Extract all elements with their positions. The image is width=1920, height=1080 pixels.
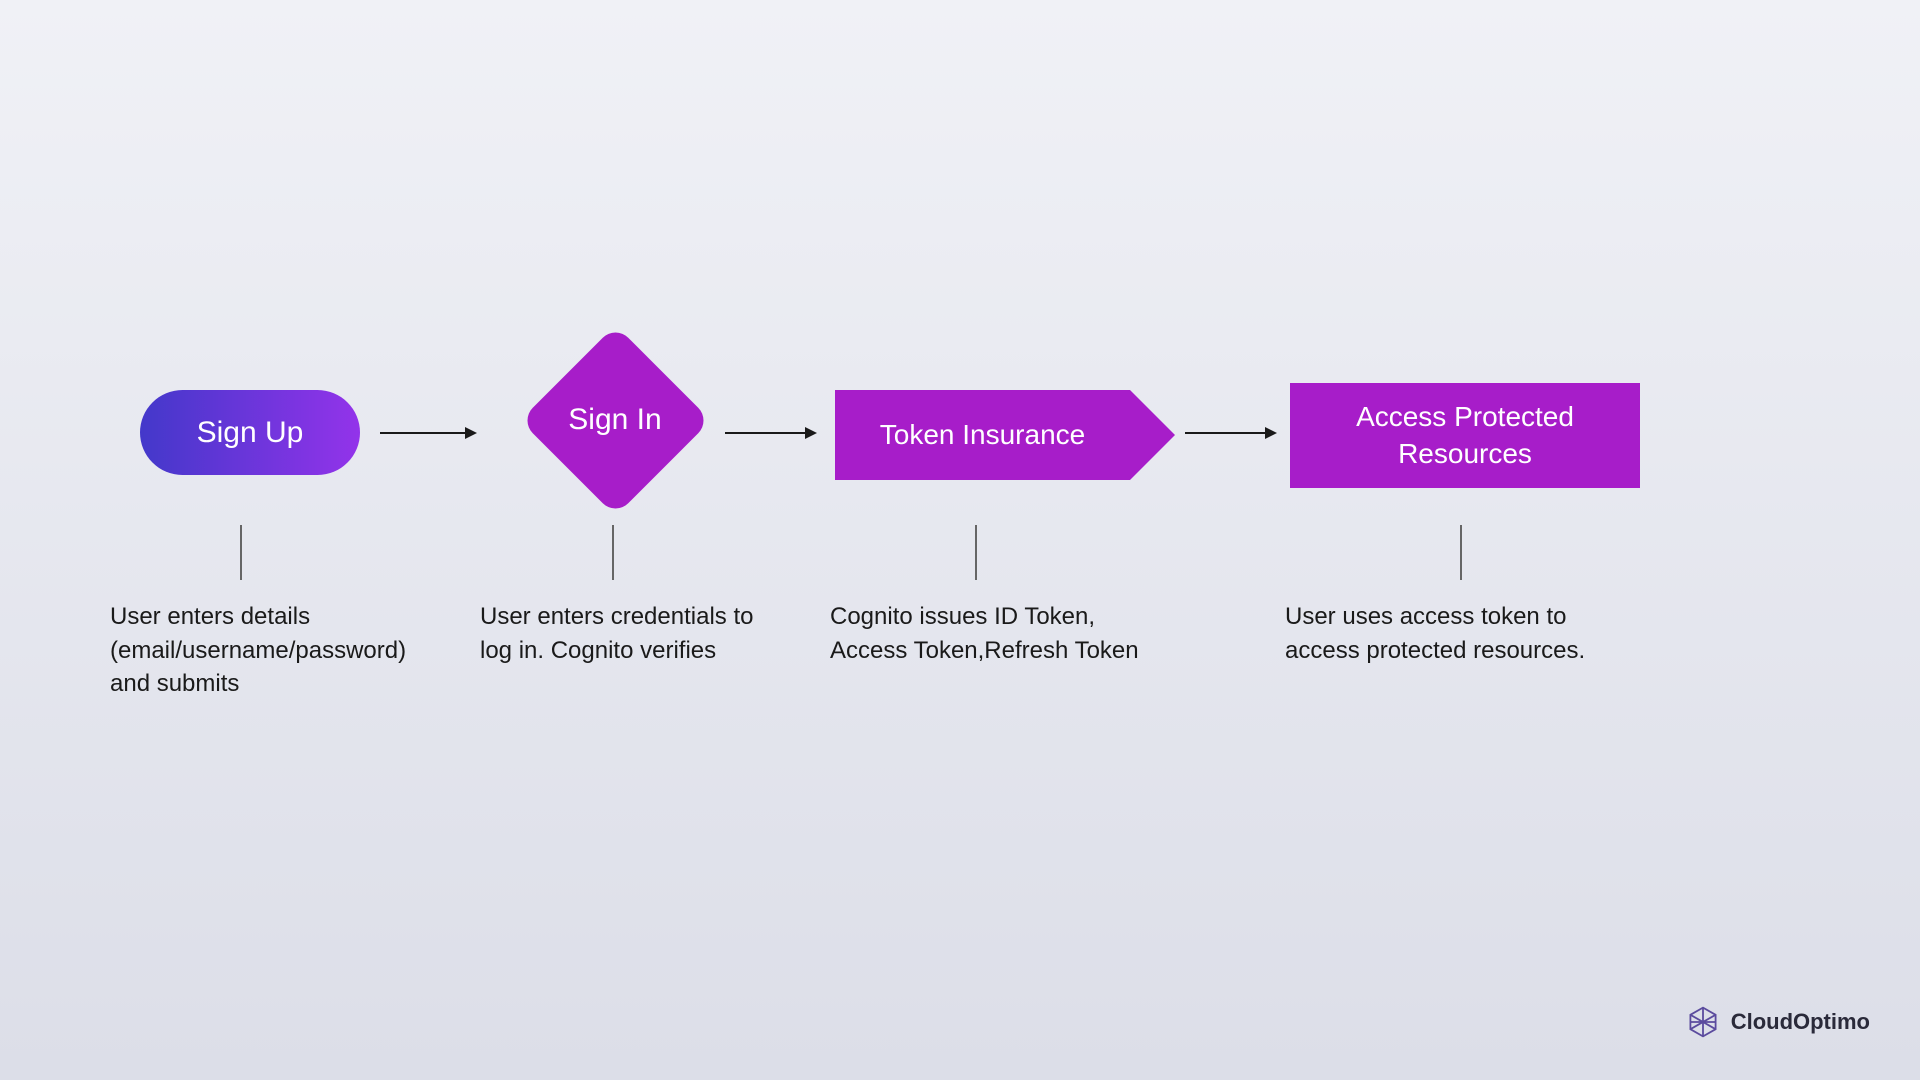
brand-name: CloudOptimo xyxy=(1731,1009,1870,1035)
step-token-label: Token Insurance xyxy=(880,419,1085,451)
arrow-shape: Token Insurance xyxy=(835,390,1130,480)
step-signup-label: Sign Up xyxy=(197,416,304,450)
connector-line xyxy=(975,525,977,580)
connector-line xyxy=(1460,525,1462,580)
step-token-description: Cognito issues ID Token, Access Token,Re… xyxy=(830,600,1170,667)
arrow-icon xyxy=(1185,432,1275,434)
step-signin-description: User enters credentials to log in. Cogni… xyxy=(480,600,790,667)
step-access-label: Access Protected Resources xyxy=(1290,399,1640,472)
brand-logo: CloudOptimo xyxy=(1685,1004,1870,1040)
step-token-shape: Token Insurance xyxy=(835,390,1165,480)
arrow-icon xyxy=(725,432,815,434)
connector-line xyxy=(240,525,242,580)
connector-line xyxy=(612,525,614,580)
step-signup-shape: Sign Up xyxy=(140,390,360,475)
step-signin-label: Sign In xyxy=(520,325,710,515)
step-access-shape: Access Protected Resources xyxy=(1290,383,1640,488)
arrow-icon xyxy=(380,432,475,434)
step-signin-shape: Sign In xyxy=(520,325,710,515)
step-signup-description: User enters details (email/username/pass… xyxy=(110,600,420,701)
cloudoptimo-icon xyxy=(1685,1004,1721,1040)
step-access-description: User uses access token to access protect… xyxy=(1285,600,1615,667)
